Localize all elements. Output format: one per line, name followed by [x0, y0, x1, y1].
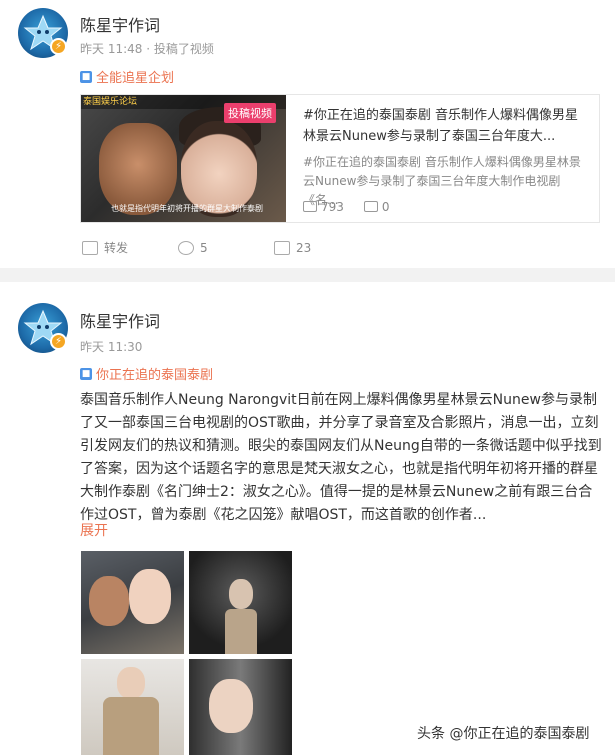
like-count-label: 23 [296, 240, 312, 255]
topic-label: 全能追星企划 [96, 71, 175, 86]
person-photo [225, 609, 257, 654]
post-image-3[interactable] [81, 659, 184, 755]
post-action: 投稿了视频 [153, 42, 214, 56]
post-image-1[interactable] [81, 551, 184, 654]
username[interactable]: 陈星宇作词 [80, 308, 160, 332]
person-photo [229, 579, 253, 609]
username[interactable]: 陈星宇作词 [80, 12, 160, 36]
comment-icon [178, 240, 194, 255]
thumbs-up-icon [274, 240, 290, 255]
person-photo [117, 667, 145, 699]
action-bar: 转发 5 23 [82, 239, 370, 256]
verified-badge-icon: ⚡ [50, 38, 67, 55]
topic-icon: ■ [80, 367, 92, 380]
play-icon [303, 201, 317, 212]
share-icon [82, 240, 98, 255]
meta-separator: · [146, 42, 154, 56]
topic-icon: ■ [80, 70, 92, 83]
video-caption: 也就是指代明年初将开播的群星大制作泰剧 [111, 204, 263, 213]
comment-button[interactable]: 5 [178, 239, 274, 256]
post-time: 昨天 11:48 [80, 42, 143, 56]
verified-badge-icon: ⚡ [50, 333, 67, 350]
person-photo [209, 679, 253, 733]
comment-count: 0 [363, 200, 390, 214]
person-photo [103, 697, 159, 755]
watermark: 头条 @你正在追的泰国泰剧 [417, 723, 590, 743]
post-meta: 昨天 11:48 · 投稿了视频 [80, 40, 214, 57]
like-button[interactable]: 23 [274, 239, 370, 256]
repost-label: 转发 [104, 241, 129, 255]
video-stats: 793 0 [303, 200, 390, 214]
repost-button[interactable]: 转发 [82, 239, 178, 256]
video-thumbnail[interactable]: 泰国娱乐论坛 投稿视频 也就是指代明年初将开播的群星大制作泰剧 [81, 95, 286, 222]
video-card[interactable]: 泰国娱乐论坛 投稿视频 也就是指代明年初将开播的群星大制作泰剧 #你正在追的泰国… [80, 94, 600, 223]
post-image-4[interactable] [189, 659, 292, 755]
person-photo [89, 576, 129, 626]
post-card-1: ⚡ 陈星宇作词 昨天 11:48 · 投稿了视频 ■ 全能追星企划 泰国娱乐论坛… [0, 0, 615, 268]
topic-link[interactable]: ■ 你正在追的泰国泰剧 [80, 364, 213, 383]
post-body: 泰国音乐制作人Neung Narongvit日前在网上爆料偶像男星林景云Nune… [80, 392, 602, 523]
video-title[interactable]: #你正在追的泰国泰剧 音乐制作人爆料偶像男星林景云Nunew参与录制了泰国三台年… [303, 105, 591, 147]
comment-count-label: 5 [200, 240, 208, 255]
play-count-value: 793 [321, 200, 344, 214]
expand-link[interactable]: 展开 [80, 520, 108, 540]
video-tag: 投稿视频 [224, 103, 276, 123]
post-time: 昨天 11:30 [80, 340, 143, 354]
post-image-2[interactable] [189, 551, 292, 654]
person-photo [129, 569, 171, 624]
comment-count-value: 0 [381, 200, 390, 214]
topic-label: 你正在追的泰国泰剧 [96, 368, 214, 383]
danmaku-icon [363, 201, 378, 212]
person-photo [99, 123, 177, 215]
topic-link[interactable]: ■ 全能追星企划 [80, 67, 174, 86]
play-count: 793 [303, 200, 344, 214]
